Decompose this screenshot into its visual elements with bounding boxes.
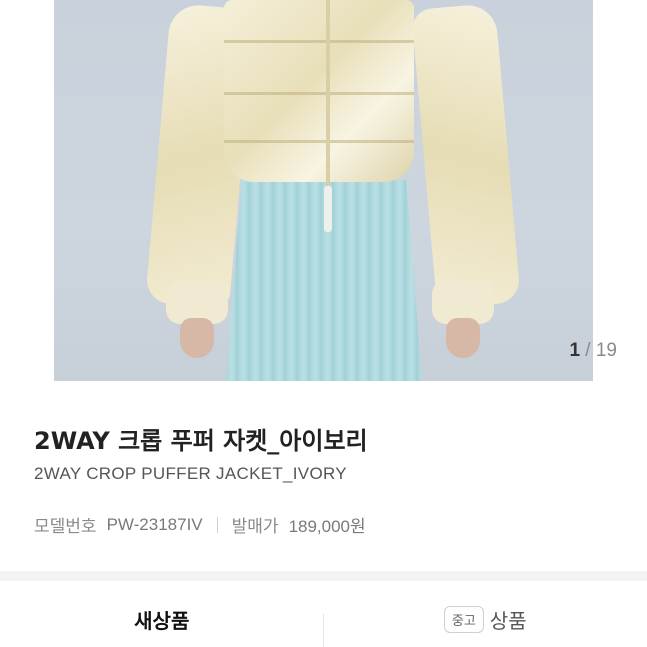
tab-used-product[interactable]: 중고 상품 (324, 581, 647, 647)
product-photo[interactable] (54, 0, 593, 381)
tab-divider (323, 614, 324, 647)
release-price-label: 발매가 (231, 517, 279, 537)
tab-new-product[interactable]: 새상품 (0, 581, 324, 647)
zipper-pull (324, 186, 332, 232)
product-image-gallery[interactable]: 1 / 19 (0, 0, 647, 381)
model-number-label: 모델번호 (34, 517, 97, 537)
meta-divider (216, 516, 218, 533)
right-hand (446, 318, 480, 358)
image-counter-total: 19 (595, 340, 617, 361)
left-hand (180, 318, 214, 358)
product-meta: 모델번호 PW-23187IV 발매가 189,000원 (34, 512, 366, 538)
used-badge: 중고 (443, 605, 484, 633)
section-divider (0, 571, 647, 581)
jacket-right-sleeve (411, 2, 521, 310)
jacket-body (224, 0, 414, 182)
image-counter: 1 / 19 (569, 340, 617, 362)
image-counter-current: 1 (569, 340, 581, 361)
release-price-value: 189,000원 (288, 517, 366, 536)
product-subtitle: 2WAY CROP PUFFER JACKET_IVORY (34, 464, 347, 483)
tab-new-product-label: 새상품 (134, 608, 190, 633)
tab-used-product-label: 상품 (489, 608, 527, 633)
jacket-zipper (326, 0, 330, 188)
image-counter-separator: / (585, 340, 591, 361)
model-number-value: PW-23187IV (106, 514, 203, 534)
product-title: 2WAY 크롭 푸퍼 자켓_아이보리 (34, 427, 368, 455)
